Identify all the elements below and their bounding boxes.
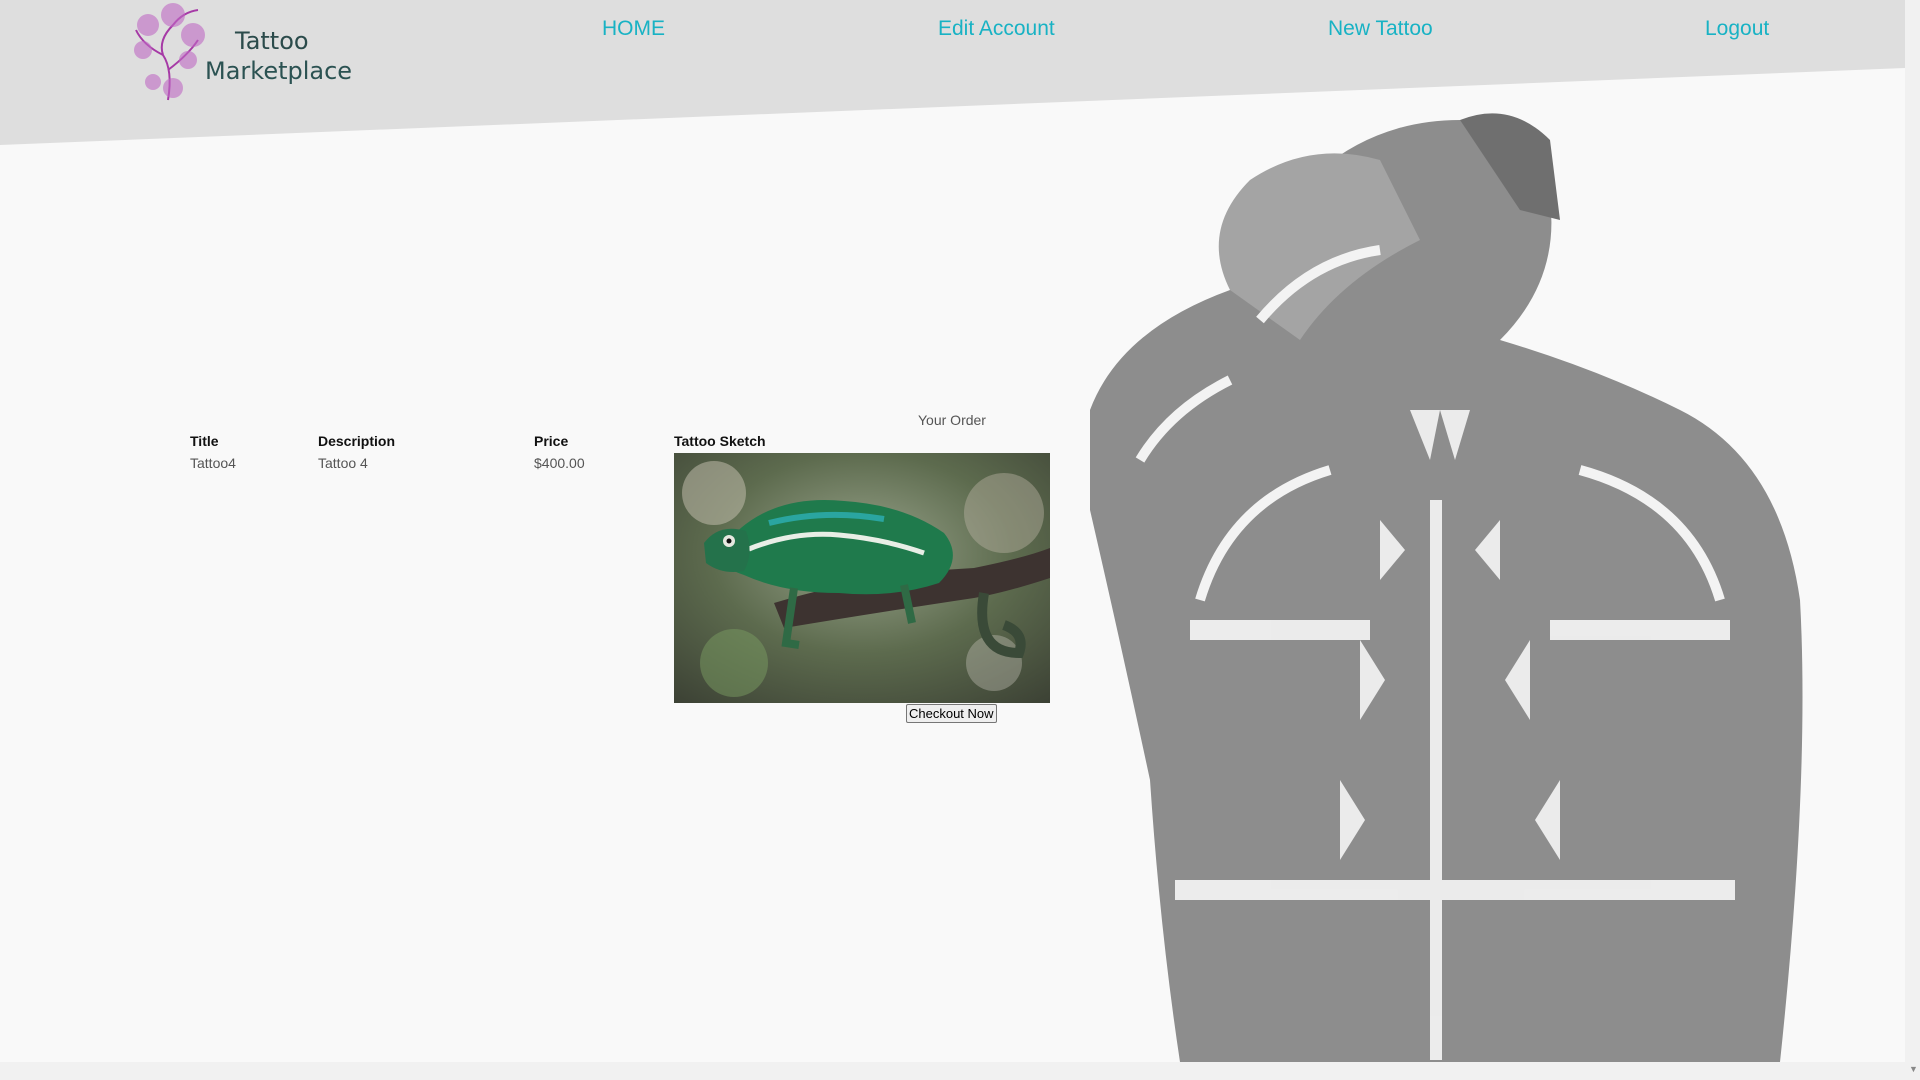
column-header-tattoo-sketch: Tattoo Sketch	[674, 433, 766, 449]
nav-edit-account-link[interactable]: Edit Account	[938, 17, 1055, 41]
nav-home-link[interactable]: HOME	[602, 17, 665, 41]
horizontal-scrollbar[interactable]	[0, 1062, 1905, 1080]
brand-name-line2: Marketplace	[205, 57, 353, 85]
chevron-down-icon[interactable]: ▼	[1909, 1064, 1918, 1074]
column-header-price: Price	[534, 433, 569, 449]
tattooed-person-image	[1090, 113, 1803, 1062]
brand-name-line1: Tattoo	[235, 27, 309, 55]
nav-new-tattoo-link[interactable]: New Tattoo	[1328, 17, 1433, 41]
vertical-scrollbar[interactable]	[1905, 0, 1920, 1080]
order-cell-title: Tattoo4	[190, 455, 236, 471]
checkout-now-button[interactable]: Checkout Now	[906, 704, 997, 723]
column-header-title: Title	[190, 433, 219, 449]
brand-name: Tattoo Marketplace	[205, 26, 352, 86]
order-caption: Your Order	[918, 412, 986, 428]
tattoo-sketch-image	[674, 453, 1050, 703]
order-cell-price: $400.00	[534, 455, 585, 471]
order-cell-description: Tattoo 4	[318, 455, 368, 471]
column-header-description: Description	[318, 433, 396, 449]
nav-logout-link[interactable]: Logout	[1705, 17, 1769, 41]
